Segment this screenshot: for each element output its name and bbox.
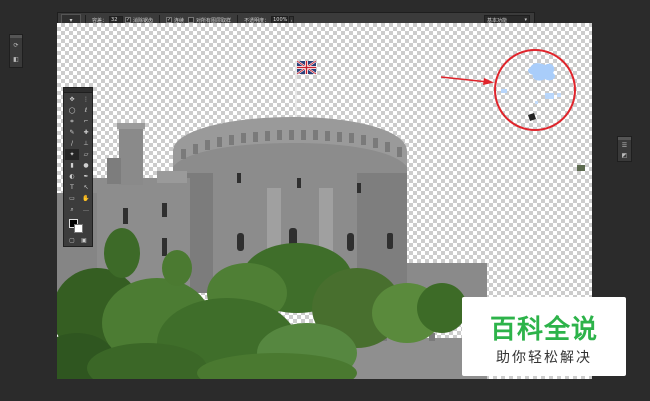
clone-stamp-icon[interactable]: ⊥ <box>79 138 93 149</box>
tools-grid: ✥ ⋮ ◯ ℓ ⌗ ⌐ ✎ ✚ / ⊥ ✦ ▱ ▮ ● ◐ ✒ T ↖ ▭ ✋ … <box>64 93 92 215</box>
gradient-icon[interactable]: ▮ <box>65 160 79 171</box>
chevron-right-icon: › <box>290 17 293 23</box>
eyedropper-icon[interactable]: ✎ <box>65 127 79 138</box>
brush-icon[interactable]: / <box>65 138 79 149</box>
move-icon[interactable]: ✥ <box>65 94 79 105</box>
screen-mode-icon[interactable]: ▣ <box>81 237 87 244</box>
more-icon[interactable]: … <box>79 204 93 215</box>
pen-icon[interactable]: ✒ <box>79 171 93 182</box>
quick-mask-icon[interactable]: ▢ <box>69 237 75 244</box>
history-brush-icon[interactable]: ✦ <box>65 149 79 160</box>
left-collapsed-panel: ⟳ ◧ <box>9 34 23 68</box>
artboard-icon[interactable]: ⋮ <box>79 94 93 105</box>
channels-icon[interactable]: ◩ <box>618 150 631 160</box>
watermark-subtitle: 助你轻松解决 <box>496 350 592 366</box>
watermark-title: 百科全说 <box>489 315 598 345</box>
path-select-icon[interactable]: ↖ <box>79 182 93 193</box>
layers-icon[interactable]: ☰ <box>618 140 631 150</box>
eraser-icon[interactable]: ▱ <box>79 149 93 160</box>
dodge-icon[interactable]: ◐ <box>65 171 79 182</box>
annotation-arrow <box>440 76 494 85</box>
marquee-icon[interactable]: ◯ <box>65 105 79 116</box>
quick-select-icon[interactable]: ⌗ <box>65 116 79 127</box>
shape-icon[interactable]: ▭ <box>65 193 79 204</box>
annotation-circle <box>494 49 576 131</box>
properties-icon[interactable]: ◧ <box>10 52 22 66</box>
hand-icon[interactable]: ✋ <box>79 193 93 204</box>
history-icon[interactable]: ⟳ <box>10 38 22 52</box>
lasso-icon[interactable]: ℓ <box>79 105 93 116</box>
healing-brush-icon[interactable]: ✚ <box>79 127 93 138</box>
zoom-icon[interactable]: ⌕ <box>65 204 79 215</box>
mode-buttons: ▢ ▣ <box>64 235 92 246</box>
tools-panel: ✥ ⋮ ◯ ℓ ⌗ ⌐ ✎ ✚ / ⊥ ✦ ▱ ▮ ● ◐ ✒ T ↖ ▭ ✋ … <box>63 87 93 247</box>
color-swatches <box>64 217 92 235</box>
crop-icon[interactable]: ⌐ <box>79 116 93 127</box>
type-icon[interactable]: T <box>65 182 79 193</box>
right-collapsed-panel: ☰ ◩ <box>617 136 632 162</box>
background-color-swatch[interactable] <box>74 224 83 233</box>
union-flag <box>296 60 317 75</box>
watermark-logo: 百科全说 助你轻松解决 <box>462 297 626 376</box>
blur-icon[interactable]: ● <box>79 160 93 171</box>
